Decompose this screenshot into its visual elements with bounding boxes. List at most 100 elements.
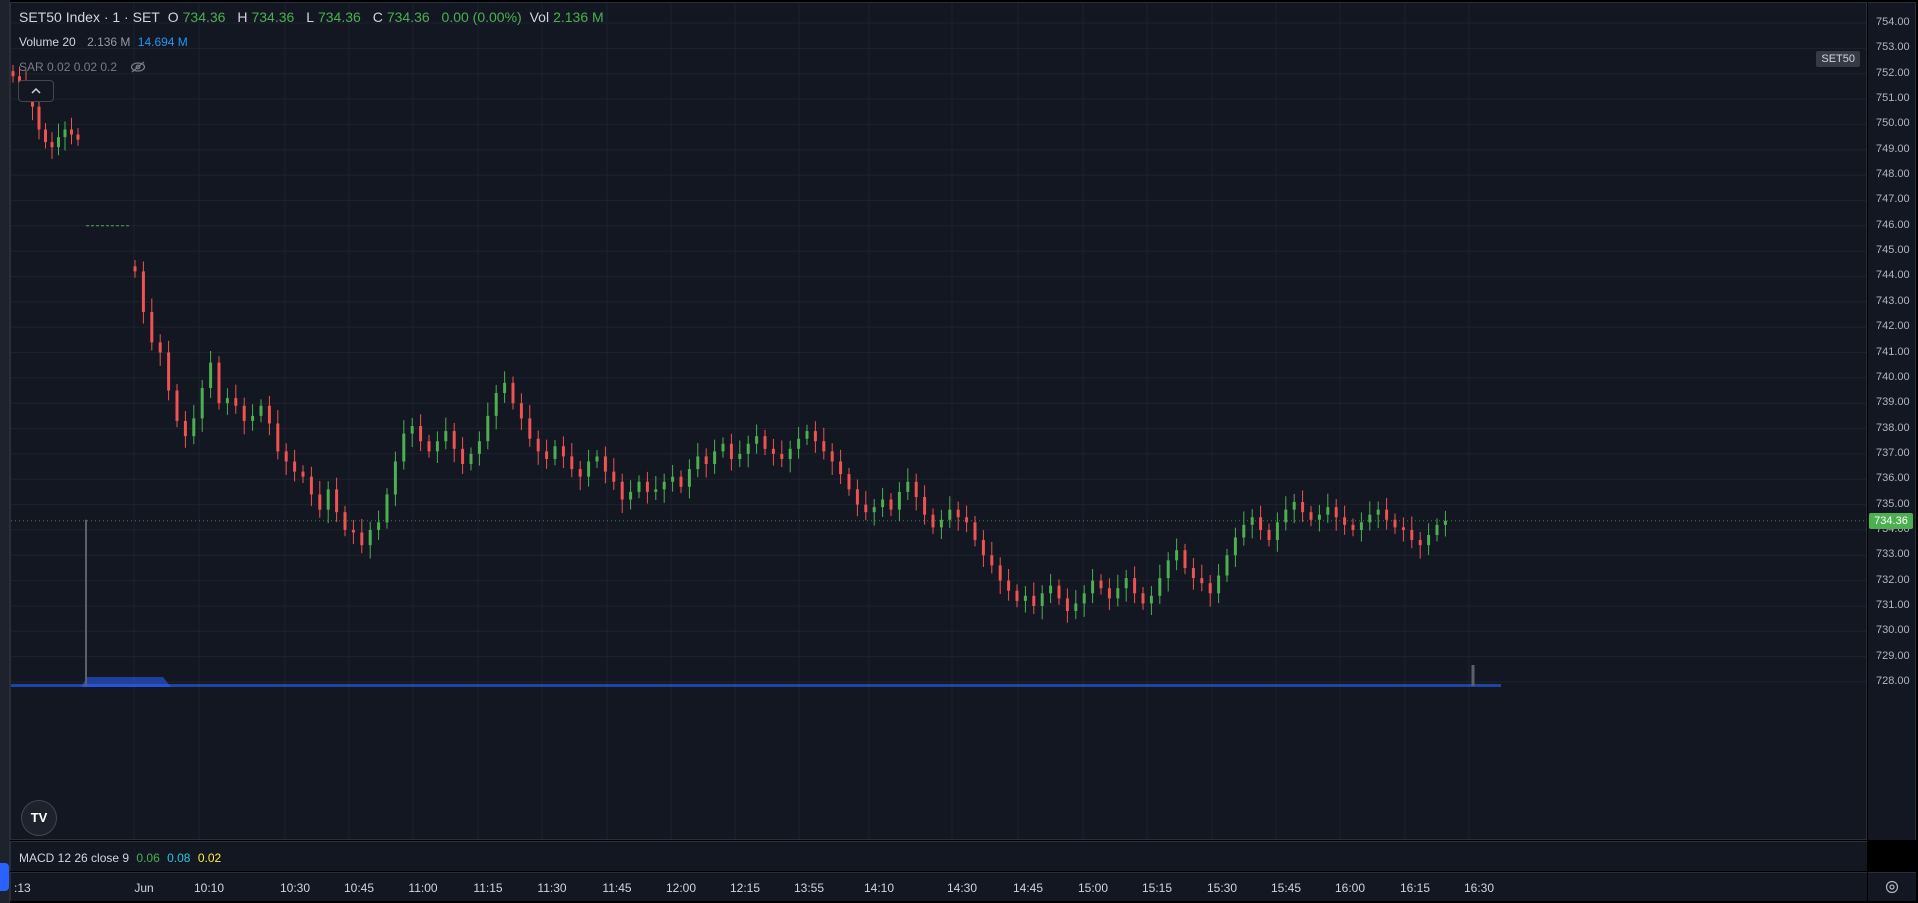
candle-body <box>1107 588 1111 599</box>
candle-body <box>1133 578 1137 594</box>
candle-body <box>998 565 1002 581</box>
candle-body <box>1343 517 1347 525</box>
candle-body <box>1275 522 1279 541</box>
candle-body <box>906 481 910 492</box>
candle-body <box>1250 517 1254 525</box>
candle-body <box>864 504 868 513</box>
price-tick-label: 729.00 <box>1876 649 1910 662</box>
gear-icon <box>1885 880 1899 894</box>
price-tick-label: 739.00 <box>1876 396 1910 409</box>
price-tick-label: 750.00 <box>1876 117 1910 130</box>
open-value: 734.36 <box>182 9 226 25</box>
candle-body <box>1443 520 1447 525</box>
edge-handle[interactable] <box>0 863 9 891</box>
candle-body <box>561 446 565 457</box>
ohlc-legend: SET50 Index · 1 · SET O 734.36 H 734.36 L7… <box>19 9 612 25</box>
candle-body <box>183 420 187 437</box>
sar-legend[interactable]: SAR 0.02 0.02 0.2 <box>19 59 150 74</box>
candle-body <box>872 507 876 513</box>
candle-body <box>133 266 137 272</box>
symbol-watermark-tag: SET50 <box>1816 51 1860 67</box>
open-key: O <box>167 9 179 25</box>
candle-body <box>469 453 473 465</box>
candle-body <box>956 509 960 518</box>
candle-body <box>276 423 280 452</box>
candle-body <box>830 451 834 462</box>
tradingview-logo[interactable]: TV <box>21 800 57 836</box>
candle-body <box>536 438 540 452</box>
candle-body <box>192 418 196 437</box>
candle-body <box>948 509 952 520</box>
candle-body <box>897 491 901 510</box>
candle-body <box>259 405 263 416</box>
time-tick-label: 16:30 <box>1463 881 1495 895</box>
high-key: H <box>237 9 248 25</box>
candle-body <box>1376 509 1380 515</box>
candle-body <box>553 446 557 459</box>
candle-body <box>293 461 297 472</box>
candle-body <box>797 438 801 449</box>
time-axis[interactable]: :13 Jun 10:10 10:30 10:45 11:00 11:15 11:30 11:4… <box>10 872 1867 901</box>
candle-body <box>965 517 969 523</box>
time-tick-label: 14:45 <box>1012 881 1044 895</box>
candle-body <box>1317 514 1321 520</box>
candle-body <box>1040 593 1044 606</box>
candle-body <box>511 382 515 404</box>
candle-body <box>309 476 313 495</box>
time-tick-label: 11:00 <box>408 881 438 895</box>
candle-body <box>234 398 238 406</box>
candlestick-chart[interactable] <box>11 3 1866 839</box>
candle-body <box>729 443 733 459</box>
candle-body <box>1183 550 1187 568</box>
candle-body <box>687 469 691 487</box>
macd-pane[interactable]: MACD 12 26 close 9 0.06 0.08 0.02 <box>10 841 1867 871</box>
chart-window: SET50 Index · 1 · SET O 734.36 H 734.36 L7… <box>0 0 1918 903</box>
candle-body <box>461 448 465 465</box>
time-tick-label: :13 <box>14 881 31 895</box>
candle-body <box>973 522 977 541</box>
candle-body <box>679 476 683 487</box>
candle-body <box>1217 575 1221 594</box>
collapse-legend-button[interactable] <box>18 80 54 102</box>
candle-body <box>587 461 591 477</box>
candle-body <box>402 433 406 462</box>
time-tick-label: 16:15 <box>1399 881 1431 895</box>
candle-body <box>1208 583 1212 594</box>
candle-body <box>931 514 935 528</box>
main-chart-pane[interactable]: SET50 Index · 1 · SET O 734.36 H 734.36 L7… <box>10 2 1867 840</box>
price-tick-label: 748.00 <box>1876 168 1910 181</box>
candle-body <box>435 441 439 452</box>
candle-body <box>1116 588 1120 599</box>
price-axis[interactable]: 754.00 753.00 752.00 751.00 750.00 749.00 748.… <box>1868 2 1916 840</box>
close-value: 734.36 <box>386 9 430 25</box>
candle-body <box>1082 593 1086 604</box>
time-tick-label: 15:15 <box>1141 881 1173 895</box>
time-tick-label: 14:30 <box>946 881 978 895</box>
axis-settings-button[interactable] <box>1868 872 1916 901</box>
sar-label: SAR 0.02 0.02 0.2 <box>19 60 118 74</box>
time-tick-label: 10:10 <box>193 881 225 895</box>
candle-body <box>805 431 809 439</box>
candle-body <box>50 142 54 148</box>
candle-body <box>1007 580 1011 591</box>
macd-label: MACD 12 26 close 9 <box>19 851 130 865</box>
price-tick-label: 738.00 <box>1876 421 1910 434</box>
price-tick-label: 736.00 <box>1876 472 1910 485</box>
candle-body <box>1410 529 1414 541</box>
candle-body <box>1301 502 1305 513</box>
volume-legend[interactable]: Volume 20 2.136 M 14.694 M <box>19 35 192 49</box>
candle-body <box>1359 522 1363 530</box>
candle-body <box>37 106 41 130</box>
symbol-title[interactable]: SET50 Index · 1 · SET <box>19 9 160 25</box>
candle-body <box>318 494 322 510</box>
candle-body <box>839 461 843 475</box>
candle-body <box>57 137 60 148</box>
volume-value-2: 14.694 M <box>137 35 188 49</box>
eye-hidden-icon[interactable] <box>130 60 146 74</box>
candle-body <box>360 532 364 546</box>
candle-body <box>755 436 759 444</box>
candle-body <box>200 387 204 419</box>
candle-body <box>788 448 792 459</box>
candle-body <box>225 398 229 404</box>
macd-legend: MACD 12 26 close 9 0.06 0.08 0.02 <box>19 851 221 865</box>
